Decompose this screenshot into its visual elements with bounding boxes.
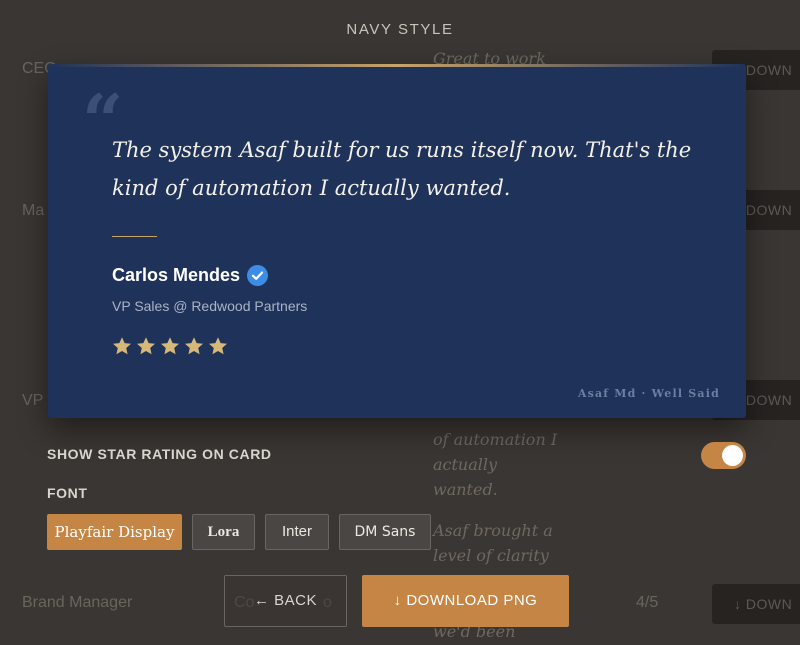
bg-row-title: Ma — [22, 202, 45, 219]
testimonial-card-preview: “ The system Asaf built for us runs itse… — [48, 64, 746, 418]
bg-row-title: VP — [22, 392, 44, 409]
font-option-playfair-display[interactable]: Playfair Display — [47, 514, 182, 550]
show-star-rating-toggle[interactable] — [701, 442, 746, 469]
bg-page-count: 4/5 — [636, 594, 659, 611]
star-icon — [161, 337, 179, 355]
star-icon — [137, 337, 155, 355]
bg-quote: Asaf brought a level of clarity — [433, 521, 553, 565]
testimonial-quote: The system Asaf built for us runs itself… — [112, 138, 692, 200]
star-icon — [185, 337, 203, 355]
star-rating — [111, 335, 229, 357]
download-png-button[interactable]: ↓ DOWNLOAD PNG — [362, 575, 569, 627]
author-name: Carlos Mendes — [112, 265, 241, 285]
font-option-lora[interactable]: Lora — [192, 514, 255, 550]
star-icon — [209, 337, 227, 355]
font-option-inter[interactable]: Inter — [265, 514, 329, 550]
author-role: VP Sales @ Redwood Partners — [112, 298, 308, 314]
show-star-rating-label: SHOW STAR RATING ON CARD — [47, 446, 272, 462]
divider — [112, 236, 157, 237]
font-option-dm-sans[interactable]: DM Sans — [339, 514, 431, 550]
author-row: Carlos Mendes — [112, 265, 269, 286]
card-watermark: Asaf Md · Well Said — [577, 387, 720, 400]
back-button[interactable]: ← BACK — [224, 575, 347, 627]
bg-row-title: Brand Manager — [22, 594, 133, 611]
bg-quote: of automation I actually wanted. — [433, 430, 558, 499]
font-label: FONT — [47, 485, 88, 501]
toggle-knob — [722, 445, 743, 466]
star-icon — [113, 337, 131, 355]
verified-check-icon — [247, 265, 269, 286]
bg-download-button: ↓ DOWN — [712, 584, 800, 624]
modal-title: NAVY STYLE — [346, 21, 454, 38]
